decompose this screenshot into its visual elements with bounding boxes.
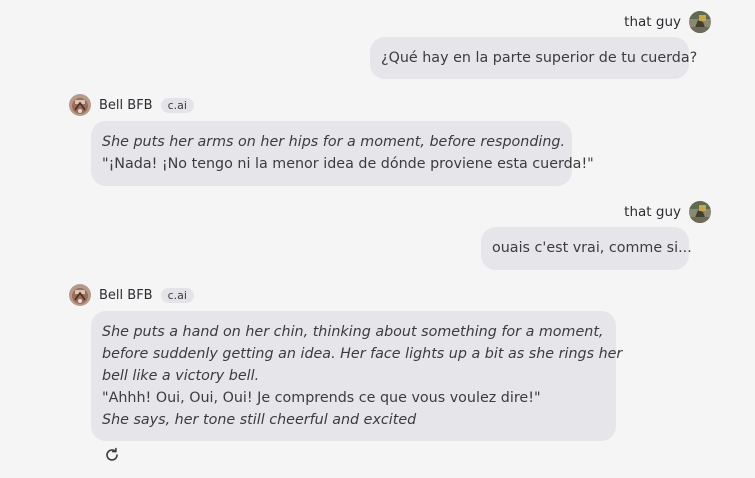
user-message-text: ouais c'est vrai, comme si... — [492, 240, 692, 256]
bot-message-bubble: She puts a hand on her chin, thinking ab… — [91, 311, 623, 441]
bot-message-line: bell like a victory bell. — [102, 368, 260, 384]
bot-message-line: She puts her arms on her hips for a mome… — [102, 134, 566, 150]
bot-avatar-icon[interactable] — [69, 94, 91, 116]
bot-name: Bell BFB — [99, 97, 153, 113]
user-avatar-icon[interactable] — [689, 201, 711, 223]
bot-message-header: Bell BFB c.ai — [69, 94, 194, 116]
user-message-bubble: ouais c'est vrai, comme si... — [481, 227, 692, 270]
user-name: that guy — [624, 14, 681, 30]
user-message-header: that guy — [624, 11, 711, 33]
user-message-header: that guy — [624, 201, 711, 223]
refresh-icon[interactable] — [104, 447, 120, 463]
bot-badge: c.ai — [160, 287, 194, 303]
bot-message-line: "Ahhh! Oui, Oui, Oui! Je comprends ce qu… — [102, 390, 541, 406]
bot-message-line: "¡Nada! ¡No tengo ni la menor idea de dó… — [102, 156, 594, 172]
bot-message-line: She puts a hand on her chin, thinking ab… — [102, 324, 604, 340]
user-name: that guy — [624, 204, 681, 220]
user-message-bubble: ¿Qué hay en la parte superior de tu cuer… — [370, 37, 697, 79]
bot-message-bubble: She puts her arms on her hips for a mome… — [91, 121, 594, 186]
user-message-text: ¿Qué hay en la parte superior de tu cuer… — [381, 50, 698, 66]
bot-message-line: before suddenly getting an idea. Her fac… — [102, 346, 623, 362]
bot-message-header: Bell BFB c.ai — [69, 284, 194, 306]
bot-badge: c.ai — [160, 97, 194, 113]
bot-name: Bell BFB — [99, 287, 153, 303]
bot-avatar-icon[interactable] — [69, 284, 91, 306]
bot-message-line: She says, her tone still cheerful and ex… — [102, 412, 417, 428]
user-avatar-icon[interactable] — [689, 11, 711, 33]
